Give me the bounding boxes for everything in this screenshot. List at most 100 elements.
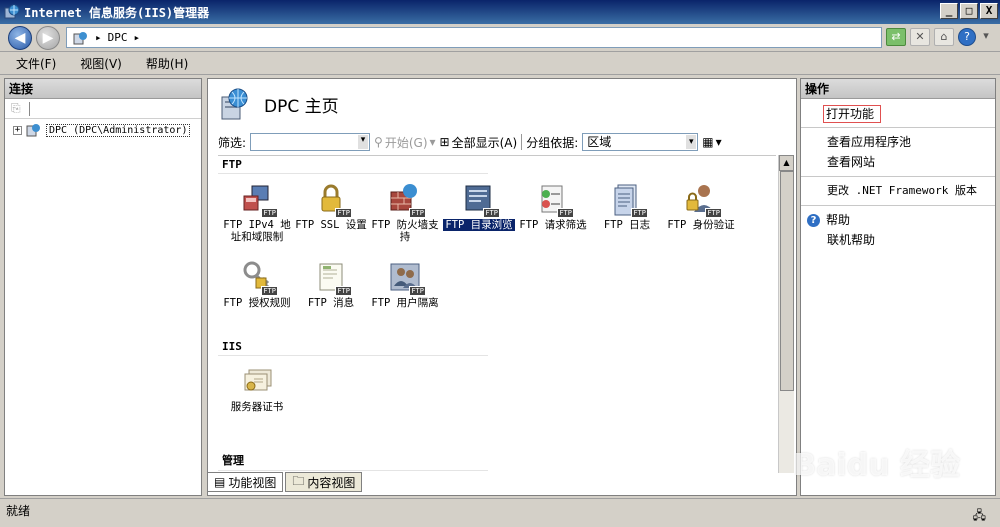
- tab-features-view[interactable]: ▤ 功能视图: [207, 472, 284, 492]
- tab-content-view[interactable]: 🗀 内容视图: [285, 472, 363, 492]
- action-open-feature[interactable]: 打开功能: [823, 105, 882, 123]
- feature-ftp-user-isolation[interactable]: FTP FTP 用户隔离: [368, 256, 442, 334]
- breadcrumb-separator-icon: ▸: [95, 31, 102, 44]
- breadcrumb-dpc[interactable]: DPC: [108, 31, 128, 44]
- help-label: 帮助: [826, 213, 851, 227]
- group-by-select[interactable]: 区域: [582, 133, 699, 151]
- ftp-authz-icon: FTP: [240, 260, 278, 296]
- feature-ftp-ssl[interactable]: FTP FTP SSL 设置: [294, 178, 368, 256]
- help-circle-icon: ?: [807, 213, 820, 227]
- help-dropdown-icon[interactable]: ▾: [980, 28, 992, 46]
- ftp-filter-icon: FTP: [536, 182, 574, 218]
- action-view-sites[interactable]: 查看网站: [827, 152, 987, 172]
- connect-icon[interactable]: ⎘: [11, 101, 21, 116]
- filter-label: 筛选:: [218, 135, 247, 150]
- stop-icon[interactable]: ✕: [910, 28, 930, 46]
- baidu-watermark-url: jingyan.baidu.com: [839, 478, 950, 492]
- scroll-thumb[interactable]: [780, 171, 794, 391]
- tab-label: 内容视图: [307, 475, 356, 490]
- action-help[interactable]: ? 帮助: [807, 210, 987, 230]
- feature-ftp-firewall[interactable]: FTP FTP 防火墙支持: [368, 178, 442, 256]
- view-mode-button[interactable]: ▦ ▾: [702, 135, 721, 149]
- status-text: 就绪: [6, 504, 31, 518]
- feature-server-certificates[interactable]: 服务器证书: [220, 360, 294, 438]
- title-bar: Internet 信息服务(IIS)管理器 _ □ X: [0, 0, 1000, 24]
- binoculars-icon: ⚲: [374, 135, 383, 149]
- feature-label: FTP SSL 设置: [295, 219, 367, 231]
- action-online-help[interactable]: 联机帮助: [827, 230, 987, 250]
- ftp-auth-icon: FTP: [684, 182, 722, 218]
- menu-view[interactable]: 视图(V): [76, 53, 126, 74]
- menu-help[interactable]: 帮助(H): [142, 53, 192, 74]
- refresh-icon[interactable]: ⇄: [886, 28, 906, 46]
- feature-label: FTP 身份验证: [667, 219, 735, 231]
- server-node-icon: [73, 31, 87, 44]
- address-toolbar: ◀ ▶ ▸ DPC ▸ ⇄ ✕ ⌂ ? ▾: [0, 24, 1000, 52]
- help-icon[interactable]: ?: [958, 28, 976, 46]
- address-bar[interactable]: ▸ DPC ▸: [66, 27, 882, 48]
- maximize-button[interactable]: □: [960, 3, 978, 19]
- expand-icon[interactable]: +: [13, 125, 22, 135]
- show-all-label: 全部显示(A): [451, 135, 518, 150]
- forward-arrow-icon: ▶: [42, 30, 54, 46]
- ftp-message-icon: FTP: [314, 260, 352, 296]
- feature-ftp-messages[interactable]: FTP FTP 消息: [294, 256, 368, 334]
- show-all-icon: ⊞: [439, 135, 450, 149]
- start-dropdown-icon[interactable]: ▾: [430, 135, 436, 149]
- features-scrollbar[interactable]: ▲: [778, 155, 794, 473]
- start-button[interactable]: ⚲ 开始(G) ▾: [374, 134, 436, 151]
- server-home-icon: [221, 88, 248, 120]
- actions-pane: 操作 打开功能 查看应用程序池 查看网站 更改 .NET Framework 版…: [800, 78, 996, 496]
- page-title: DPC 主页: [264, 96, 339, 117]
- server-icon: [26, 124, 40, 137]
- show-all-button[interactable]: ⊞ 全部显示(A): [440, 134, 518, 151]
- filter-toolbar: 筛选: ⚲开始(G)▾ ⊞全部显示(A) 分组依据: 区域 ▦▾: [218, 131, 790, 153]
- feature-ftp-request-filtering[interactable]: FTP FTP 请求筛选: [516, 178, 590, 256]
- section-iis-grid: 服务器证书: [218, 356, 776, 438]
- section-ftp-grid: FTP FTP IPv4 地址和域限制 FTP FTP SSL 设置 FTP F…: [218, 174, 776, 334]
- status-server-icon: 🖧: [972, 508, 986, 522]
- ftp-directory-icon: FTP: [462, 182, 500, 218]
- filter-input[interactable]: [250, 133, 371, 151]
- section-iis-header: IIS: [218, 338, 488, 356]
- content-view-icon: 🗀: [292, 473, 305, 488]
- features-view-icon: ▤: [214, 475, 226, 489]
- feature-label: FTP IPv4 地址和域限制: [223, 219, 291, 243]
- feature-ftp-logging[interactable]: FTP FTP 日志: [590, 178, 664, 256]
- actions-header: 操作: [801, 79, 995, 99]
- back-button[interactable]: ◀: [8, 26, 32, 50]
- feature-label: FTP 消息: [307, 297, 355, 309]
- tree-node-label[interactable]: DPC (DPC\Administrator): [46, 123, 191, 137]
- minimize-button[interactable]: _: [940, 3, 958, 19]
- status-bar: 就绪 🖧: [0, 498, 1000, 524]
- menu-file[interactable]: 文件(F): [12, 53, 60, 74]
- action-change-framework[interactable]: 更改 .NET Framework 版本: [827, 181, 987, 201]
- connections-header: 连接: [5, 79, 201, 99]
- ftp-firewall-icon: FTP: [388, 182, 426, 218]
- forward-button[interactable]: ▶: [36, 26, 60, 50]
- ftp-ip-icon: FTP: [240, 182, 278, 218]
- start-label: 开始(G): [384, 135, 428, 150]
- feature-label: FTP 日志: [603, 219, 651, 231]
- tab-label: 功能视图: [228, 475, 277, 490]
- features-list: FTP FTP FTP IPv4 地址和域限制 FTP FTP SSL 设置 F…: [218, 155, 776, 493]
- feature-ftp-authorization-rules[interactable]: FTP FTP 授权规则: [220, 256, 294, 334]
- view-grid-icon: ▦: [702, 135, 714, 149]
- window-title: Internet 信息服务(IIS)管理器: [24, 5, 210, 20]
- tree-node-server[interactable]: + DPC (DPC\Administrator): [5, 119, 201, 137]
- close-button[interactable]: X: [980, 3, 998, 19]
- view-tabs: ▤ 功能视图 🗀 内容视图: [207, 472, 363, 492]
- iis-app-icon: [4, 4, 20, 19]
- feature-label: 服务器证书: [230, 401, 284, 413]
- action-view-app-pools[interactable]: 查看应用程序池: [827, 132, 987, 152]
- home-icon[interactable]: ⌂: [934, 28, 954, 46]
- feature-ftp-authentication[interactable]: FTP FTP 身份验证: [664, 178, 738, 256]
- scroll-up-icon[interactable]: ▲: [779, 155, 794, 171]
- feature-label: FTP 请求筛选: [519, 219, 587, 231]
- ftp-isolation-icon: FTP: [388, 260, 426, 296]
- feature-label: FTP 授权规则: [223, 297, 291, 309]
- feature-ftp-ip-restrictions[interactable]: FTP FTP IPv4 地址和域限制: [220, 178, 294, 256]
- breadcrumb-chevron-icon[interactable]: ▸: [134, 31, 141, 44]
- certificate-icon: [240, 364, 274, 398]
- feature-ftp-directory-browsing[interactable]: FTP FTP 目录浏览: [442, 178, 516, 256]
